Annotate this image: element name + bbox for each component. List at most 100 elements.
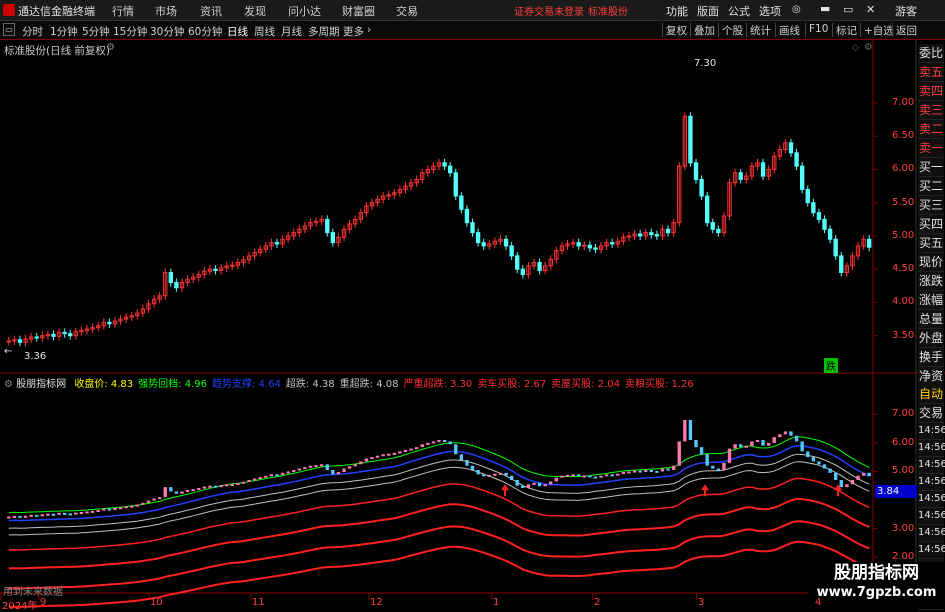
back-button[interactable]: 返回 (892, 23, 920, 37)
indicator-candle (280, 472, 285, 475)
f10-button[interactable]: F10 (805, 23, 831, 37)
period-timeshare[interactable]: 分时 (22, 24, 43, 39)
side-quote-field[interactable]: 买三 (918, 196, 944, 215)
panel-settings-icon[interactable]: ⚙ (864, 42, 873, 53)
side-quote-field[interactable]: 净资 (918, 367, 944, 386)
adjust-button[interactable]: 复权 (662, 23, 690, 37)
indicator-candle (616, 473, 620, 476)
period-1min[interactable]: 1分钟 (50, 24, 78, 39)
menu-discover[interactable]: 发现 (244, 3, 266, 19)
candle-body (17, 339, 23, 343)
x-axis-label: 4 (815, 597, 822, 608)
guest-label[interactable]: 游客 (895, 3, 917, 19)
side-trade-field[interactable]: 14:56 (918, 423, 945, 440)
user-icon[interactable]: ◎ (792, 4, 801, 15)
side-trade-field[interactable]: 交易 (918, 404, 944, 423)
chart-canvas[interactable] (0, 40, 945, 609)
menu-market[interactable]: 市场 (155, 3, 177, 19)
side-quote-field[interactable]: 外盘 (918, 329, 944, 348)
period-more[interactable]: 更多 (343, 24, 364, 39)
indicator-candle (688, 420, 693, 440)
side-quote-field[interactable]: 买一 (918, 158, 944, 177)
main-y-tick-label: 7.00 (892, 96, 915, 108)
period-5min[interactable]: 5分钟 (82, 24, 110, 39)
menu-trade[interactable]: 交易 (396, 3, 418, 19)
watermark-url: www.7gpzb.com (816, 585, 937, 600)
minimize-icon[interactable]: ▬ (820, 2, 830, 15)
overlay-button[interactable]: 叠加 (690, 23, 718, 37)
candle-body (799, 165, 805, 190)
side-quote-field[interactable]: 卖二 (918, 120, 944, 139)
indicator-candle (716, 468, 721, 471)
menu-options[interactable]: 选项 (759, 3, 781, 19)
indicator-candle (783, 431, 788, 435)
draw-button[interactable]: 画线 (775, 23, 803, 37)
candle-body (794, 152, 799, 167)
indicator-y-tick-label: 7.00 (892, 408, 915, 420)
settings-icon[interactable]: ⚙ (106, 42, 115, 53)
chart-grid (0, 40, 945, 609)
menu-formula[interactable]: 公式 (728, 3, 750, 19)
side-trade-field[interactable]: 14:56 (918, 508, 945, 525)
candle-body (716, 228, 721, 234)
mark-button[interactable]: 标记 (832, 23, 860, 37)
stock-button[interactable]: 个股 (718, 23, 746, 37)
main-y-tick-label: 5.50 (892, 196, 915, 208)
menu-wealth[interactable]: 财富圈 (342, 3, 375, 19)
legend-value: : 2.67 (517, 379, 547, 390)
side-quote-field[interactable]: 涨幅 (918, 291, 944, 310)
side-quote-field[interactable]: 现价 (918, 253, 944, 272)
period-daily[interactable]: 日线 (227, 24, 248, 39)
side-quote-field[interactable]: 买五 (918, 234, 944, 253)
menu-quotes[interactable]: 行情 (112, 3, 134, 19)
indicator-candle (487, 474, 491, 477)
legend-value: : 4.38 (305, 379, 335, 390)
menu-news[interactable]: 资讯 (200, 3, 222, 19)
side-quote-field[interactable]: 卖四 (918, 82, 944, 101)
indicator-settings-icon[interactable]: ⚙ (4, 379, 13, 390)
menu-function[interactable]: 功能 (666, 3, 688, 19)
indicator-line (8, 477, 870, 551)
legend-label: 强势回档 (138, 379, 179, 390)
stats-button[interactable]: 统计 (746, 23, 774, 37)
side-quote-field[interactable]: 委比 (918, 44, 944, 63)
period-weekly[interactable]: 周线 (254, 24, 275, 39)
indicator-candle (660, 468, 665, 472)
period-60min[interactable]: 60分钟 (188, 24, 222, 39)
menu-layout[interactable]: 版面 (697, 3, 719, 19)
side-quote-field[interactable]: 总量 (918, 310, 944, 329)
side-quote-field[interactable]: 换手 (918, 348, 944, 367)
indicator-name[interactable]: 股朋指标网 (16, 379, 66, 390)
side-trade-field[interactable]: 14:56 (918, 491, 945, 508)
trade-login-notice[interactable]: 证券交易未登录 (514, 3, 584, 18)
candle-body (811, 202, 816, 214)
side-quote-field[interactable]: 卖三 (918, 101, 944, 120)
chevron-right-icon[interactable]: › (367, 24, 371, 36)
close-icon[interactable]: ✕ (866, 3, 875, 16)
side-quote-field[interactable]: 卖一 (918, 139, 944, 158)
period-multi[interactable]: 多周期 (308, 24, 340, 39)
side-quote-field[interactable]: 涨跌 (918, 272, 944, 291)
period-30min[interactable]: 30分钟 (150, 24, 184, 39)
side-trade-field[interactable]: 14:56 (918, 440, 945, 457)
indicator-y-tick-label: 6.00 (892, 436, 915, 448)
side-trade-field[interactable]: 14:56 (918, 525, 945, 542)
period-15min[interactable]: 15分钟 (113, 24, 147, 39)
chart-menu-icon[interactable]: ▭ (3, 23, 15, 36)
side-trade-field[interactable]: 14:56 (918, 542, 945, 559)
indicator-candle (68, 513, 72, 516)
indicator-candle (7, 516, 11, 519)
side-trade-field[interactable]: 14:56 (918, 457, 945, 474)
side-trade-field[interactable]: 自动 (918, 385, 944, 404)
legend-item: 收盘价: 4.83 (74, 379, 133, 390)
x-axis-label: 11 (252, 597, 265, 608)
side-quote-field[interactable]: 买四 (918, 215, 944, 234)
side-trade-field[interactable]: 14:56 (918, 474, 945, 491)
restore-icon[interactable]: ▭ (843, 3, 853, 16)
legend-item: 卖屋买股: 2.04 (551, 379, 620, 390)
side-quote-field[interactable]: 买二 (918, 177, 944, 196)
menu-ask[interactable]: 问小达 (288, 3, 321, 19)
side-quote-field[interactable]: 卖五 (918, 63, 944, 82)
diamond-icon[interactable]: ◇ (852, 43, 859, 53)
period-monthly[interactable]: 月线 (281, 24, 302, 39)
